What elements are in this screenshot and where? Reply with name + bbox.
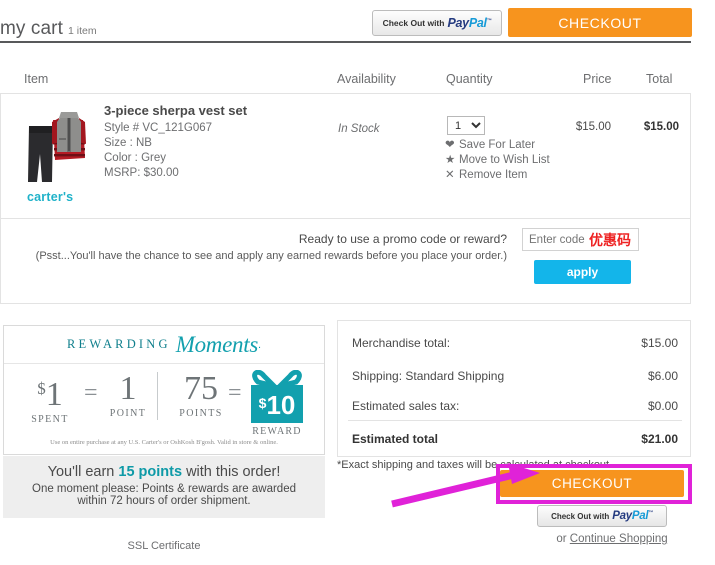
cart-item-count: 1 item [68, 25, 97, 37]
gift-box-icon: $10 [244, 369, 310, 428]
rewards-spent-label: SPENT [31, 414, 69, 425]
header-divider [0, 41, 691, 43]
paypal-logo-bottom: PayPal™ [612, 510, 653, 522]
paypal-checkout-button-top[interactable]: Check Out with PayPal™ [372, 10, 502, 36]
rewarding-moments-script: Moments [175, 331, 259, 357]
paypal-logo-pay-bottom: Pay [612, 510, 632, 522]
availability-status: In Stock [338, 123, 380, 135]
rewarding-moments-logo: REWARDING Moments . [4, 326, 324, 364]
paypal-logo-pay-top: Pay [447, 16, 469, 30]
promo-code-section: Ready to use a promo code or reward? (Ps… [0, 219, 691, 304]
checkout-button-top[interactable]: CHECKOUT [508, 8, 692, 37]
column-header-total: Total [646, 72, 673, 86]
paypal-trademark-top: ™ [486, 17, 492, 24]
checkout-button-bottom[interactable]: CHECKOUT [500, 470, 684, 497]
paypal-logo-top: PayPal™ [447, 16, 491, 30]
paypal-checkout-button-bottom[interactable]: Check Out with PayPal™ [537, 505, 667, 527]
summary-value-estimated-total: $21.00 [641, 432, 678, 446]
summary-label-shipping: Shipping: Standard Shipping [352, 369, 505, 383]
item-price: $15.00 [575, 121, 611, 133]
rewards-spent-currency: $ [37, 379, 46, 398]
points-note-line1: One moment please: Points & rewards are … [32, 483, 296, 495]
summary-label-estimated-total: Estimated total [352, 432, 439, 446]
points-earned-value: 15 points [118, 464, 183, 480]
move-to-wish-list-label: Move to Wish List [459, 154, 550, 166]
column-header-quantity: Quantity [446, 72, 493, 86]
product-name[interactable]: 3-piece sherpa vest set [104, 103, 247, 118]
rewards-equals-1: = [84, 380, 98, 406]
continue-shopping-row: or Continue Shopping [537, 533, 687, 545]
product-thumbnail[interactable] [19, 102, 95, 188]
points-earned-post: with this order! [182, 464, 281, 480]
item-total: $15.00 [643, 121, 679, 133]
rewarding-moments-panel: REWARDING Moments . $1 SPENT = 1 POINT 7… [3, 325, 325, 455]
points-note-line2: within 72 hours of order shipment. [77, 495, 251, 507]
product-style: Style # VC_121G067 [104, 122, 213, 134]
rewards-points-label: POINTS [179, 408, 223, 419]
heart-icon: ❤ [445, 139, 455, 151]
paypal-trademark-bottom: ™ [648, 510, 653, 517]
cart-table-header: Item Availability Quantity Price Total [0, 68, 691, 94]
rewards-spent-number: 1 [45, 376, 63, 413]
paypal-logo-pal-top: Pal [468, 16, 487, 30]
rewards-fine-print: Use on entire purchase at any U.S. Carte… [50, 439, 278, 446]
remove-item-link[interactable]: ✕ Remove Item [445, 167, 527, 181]
column-header-availability: Availability [337, 72, 396, 86]
paypal-lead-text-bottom: Check Out with [551, 511, 610, 521]
points-earned-box: You'll earn 15 points with this order! O… [3, 456, 325, 518]
summary-divider [348, 420, 682, 421]
column-header-item: Item [24, 72, 49, 86]
rewards-points-unit: 75 POINTS [170, 370, 232, 420]
move-to-wish-list-link[interactable]: ★ Move to Wish List [445, 152, 550, 166]
column-header-price: Price [583, 72, 612, 86]
summary-value-shipping: $6.00 [647, 369, 678, 383]
rewards-point-unit: 1 POINT [100, 370, 156, 420]
or-label: or [556, 533, 567, 545]
summary-label-merchandise: Merchandise total: [352, 336, 451, 350]
rewards-spent-unit: $1 SPENT [22, 372, 78, 426]
ssl-certificate-label: SSL Certificate [127, 540, 201, 552]
promo-note: (Psst...You'll have the chance to see an… [35, 250, 507, 262]
brand-logo-carters: carter's [27, 190, 74, 204]
rewards-point-label: POINT [109, 408, 147, 419]
page-title: my cart [0, 18, 63, 39]
summary-value-tax: $0.00 [647, 399, 678, 413]
rewards-points-value: 75 [184, 370, 218, 407]
cart-item-row: carter's 3-piece sherpa vest set Style #… [0, 94, 691, 219]
paypal-logo-pal-bottom: Pal [631, 510, 649, 522]
summary-value-merchandise: $15.00 [641, 336, 678, 350]
rewarding-moments-word: REWARDING [66, 337, 171, 351]
summary-label-tax: Estimated sales tax: [352, 399, 460, 413]
rewards-spent-value: $1 [22, 372, 78, 412]
close-x-icon: ✕ [445, 169, 455, 181]
rewards-divider [157, 372, 158, 420]
rewards-reward-label: REWARD [252, 426, 302, 437]
product-size: Size : NB [104, 137, 152, 149]
save-for-later-label: Save For Later [459, 139, 536, 151]
cart-header: my cart 1 item Check Out with PayPal™ CH… [0, 0, 715, 44]
points-earned-pre: You'll earn [47, 464, 119, 480]
points-earned-headline: You'll earn 15 points with this order! [3, 456, 325, 480]
shopping-cart-page: my cart 1 item Check Out with PayPal™ CH… [0, 0, 715, 565]
quantity-select[interactable]: 1 [447, 116, 485, 135]
paypal-lead-text-top: Check Out with [382, 18, 445, 28]
save-for-later-link[interactable]: ❤ Save For Later [445, 137, 535, 151]
apply-promo-button[interactable]: apply [534, 260, 631, 284]
product-msrp: MSRP: $30.00 [104, 167, 179, 179]
rewarding-moments-tm: . [257, 338, 262, 351]
product-color: Color : Grey [104, 152, 166, 164]
promo-question: Ready to use a promo code or reward? [298, 232, 507, 246]
star-icon: ★ [445, 154, 456, 166]
order-summary-panel: Merchandise total: $15.00 Shipping: Stan… [337, 320, 691, 457]
remove-item-label: Remove Item [459, 169, 528, 181]
continue-shopping-link[interactable]: Continue Shopping [570, 533, 668, 545]
promo-code-input[interactable] [522, 228, 639, 251]
rewards-point-value: 1 [119, 370, 137, 407]
rewards-equals-2: = [228, 380, 242, 406]
